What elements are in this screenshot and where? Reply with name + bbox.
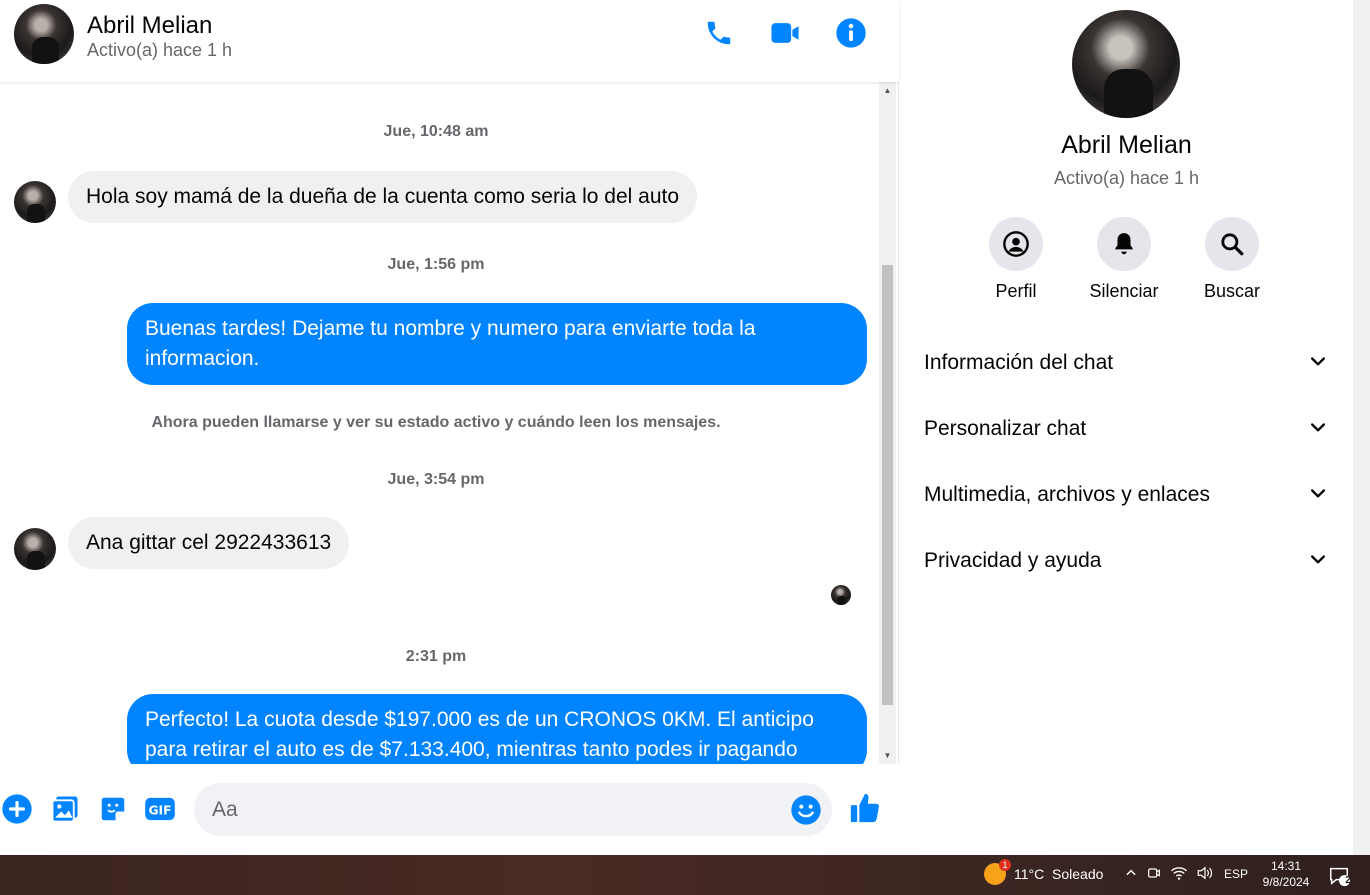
scroll-up-arrow-icon[interactable]: ▲ (879, 82, 896, 99)
chevron-down-icon (1308, 483, 1328, 508)
system-tray (1124, 865, 1214, 884)
notification-count: 2 (1345, 875, 1351, 886)
search-icon (1205, 217, 1259, 271)
scroll-down-arrow-icon[interactable]: ▼ (879, 747, 896, 764)
section-media-files-links[interactable]: Multimedia, archivos y enlaces (912, 467, 1340, 523)
windows-taskbar: 1 11°C Soleado ESP 14:31 9/8/2024 2 (0, 855, 1370, 895)
section-chat-info[interactable]: Información del chat (912, 335, 1340, 391)
profile-status: Activo(a) hace 1 h (1053, 168, 1200, 188)
chat-column: Abril Melian Activo(a) hace 1 h Jue, 10:… (0, 0, 899, 855)
page-scrollbar[interactable] (1353, 0, 1370, 855)
input-language[interactable]: ESP (1224, 867, 1248, 881)
section-label: Privacidad y ayuda (924, 549, 1102, 572)
thumbs-up-icon[interactable] (848, 791, 882, 825)
chevron-up-icon[interactable] (1124, 866, 1138, 883)
clock-date: 9/8/2024 (1262, 875, 1310, 889)
timestamp: Jue, 3:54 pm (387, 471, 485, 488)
section-label: Personalizar chat (924, 417, 1087, 440)
chevron-down-icon (1308, 417, 1328, 442)
gif-icon[interactable]: GIF (143, 792, 177, 826)
phone-icon[interactable] (702, 16, 736, 50)
meet-now-icon[interactable] (1146, 865, 1162, 884)
sender-avatar[interactable] (14, 528, 56, 570)
image-icon[interactable] (48, 792, 82, 826)
section-label: Multimedia, archivos y enlaces (924, 483, 1210, 506)
profile-label: Perfil (995, 281, 1037, 301)
messenger-app: Abril Melian Activo(a) hace 1 h Jue, 10:… (0, 0, 1370, 855)
composer: GIF (0, 764, 899, 855)
contact-name[interactable]: Abril Melian (87, 12, 212, 40)
clock-time: 14:31 (1270, 859, 1302, 873)
system-notice: Ahora pueden llamarse y ver su estado ac… (151, 414, 721, 431)
contact-avatar[interactable] (14, 4, 74, 64)
scroll-thumb[interactable] (882, 265, 893, 705)
section-label: Información del chat (924, 351, 1114, 374)
incoming-message[interactable]: Ana gittar cel 2922433613 (68, 517, 350, 569)
outgoing-message[interactable]: Perfecto! La cuota desde $197.000 es de … (127, 694, 867, 764)
timestamp: Jue, 10:48 am (383, 123, 489, 140)
volume-icon[interactable] (1196, 865, 1214, 884)
profile-icon (989, 217, 1043, 271)
info-icon[interactable] (834, 16, 868, 50)
notification-center-icon[interactable]: 2 (1328, 865, 1351, 887)
message-list[interactable]: Jue, 10:48 am Hola soy mamá de la dueña … (0, 82, 879, 764)
search-button[interactable]: Buscar (1192, 217, 1272, 302)
outgoing-message[interactable]: Buenas tardes! Dejame tu nombre y numero… (127, 303, 867, 385)
section-customize-chat[interactable]: Personalizar chat (912, 401, 1340, 457)
profile-avatar[interactable] (1072, 10, 1180, 118)
chat-header: Abril Melian Activo(a) hace 1 h (0, 0, 899, 82)
chevron-down-icon (1308, 549, 1328, 574)
timestamp: Jue, 1:56 pm (387, 256, 485, 273)
clock[interactable]: 14:31 9/8/2024 (1258, 858, 1314, 890)
video-icon[interactable] (768, 16, 802, 50)
emoji-icon[interactable] (790, 794, 822, 826)
svg-text:GIF: GIF (148, 804, 171, 818)
chat-details-panel: Abril Melian Activo(a) hace 1 h Perfil S… (900, 0, 1353, 855)
profile-name: Abril Melian (1061, 131, 1192, 159)
mute-button[interactable]: Silenciar (1084, 217, 1164, 302)
message-input-wrapper (194, 783, 832, 836)
wifi-icon[interactable] (1170, 865, 1188, 884)
sticker-icon[interactable] (96, 792, 130, 826)
read-receipt-avatar (831, 585, 851, 605)
weather-badge: 1 (999, 859, 1011, 871)
timestamp: 2:31 pm (405, 648, 467, 665)
section-privacy-help[interactable]: Privacidad y ayuda (912, 533, 1340, 589)
contact-status: Activo(a) hace 1 h (87, 40, 233, 60)
profile-button[interactable]: Perfil (976, 217, 1056, 302)
chat-scrollbar[interactable]: ▲ ▼ (879, 82, 896, 764)
weather-widget[interactable]: 1 11°C Soleado (984, 859, 1104, 885)
message-input[interactable] (212, 783, 772, 836)
mute-label: Silenciar (1089, 281, 1159, 301)
weather-text: 11°C Soleado (1014, 866, 1104, 882)
search-label: Buscar (1203, 281, 1261, 301)
incoming-message[interactable]: Hola soy mamá de la dueña de la cuenta c… (68, 171, 698, 223)
sun-icon: 1 (984, 859, 1011, 885)
chevron-down-icon (1308, 351, 1328, 376)
plus-icon[interactable] (0, 792, 34, 826)
bell-icon (1097, 217, 1151, 271)
sender-avatar[interactable] (14, 181, 56, 223)
